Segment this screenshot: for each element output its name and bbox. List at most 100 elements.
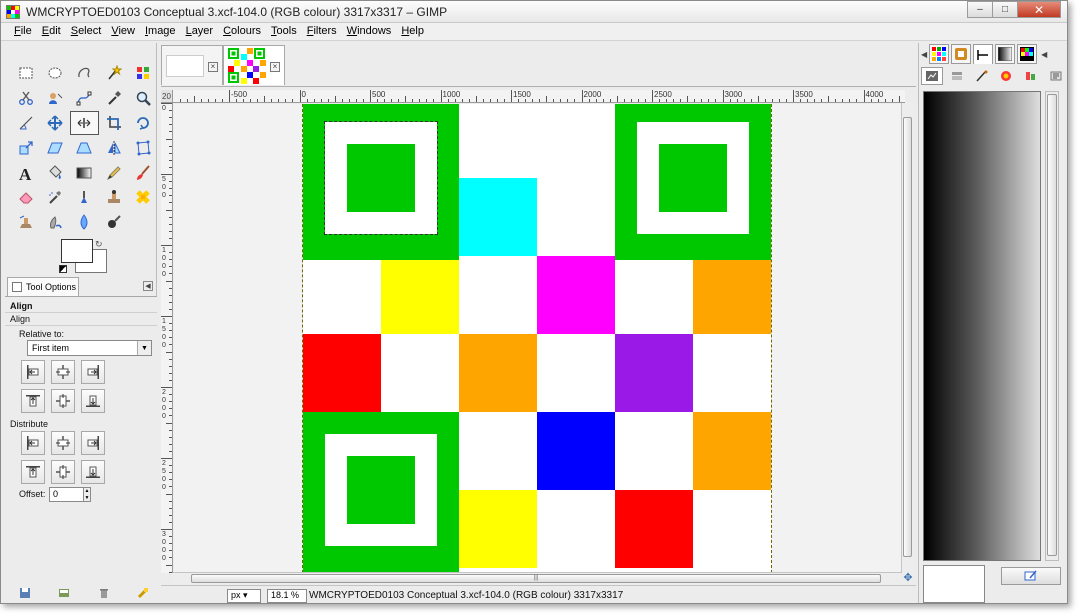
brushes-tab[interactable] bbox=[951, 44, 972, 64]
dock-action-button[interactable] bbox=[1001, 567, 1061, 585]
default-colors-icon[interactable] bbox=[59, 265, 67, 273]
align-tool[interactable] bbox=[69, 110, 100, 136]
distribute-left-button[interactable] bbox=[21, 431, 45, 455]
perspective-tool[interactable] bbox=[70, 135, 99, 160]
image-tab-active[interactable]: × bbox=[223, 45, 285, 85]
menu-file[interactable]: File bbox=[9, 23, 37, 40]
crop-tool[interactable] bbox=[99, 111, 128, 136]
image-tab-blank[interactable]: × bbox=[161, 45, 223, 85]
channels-tab[interactable] bbox=[946, 67, 968, 85]
vertical-scrollbar[interactable] bbox=[901, 103, 913, 573]
vertical-ruler[interactable]: 0 5 0 0 1 0 0 0 1 5 0 0 2 0 0 0 2 5 0 0 3 0 0 … bbox=[161, 103, 173, 573]
gradients-tab[interactable] bbox=[995, 44, 1016, 64]
paintbrush-tool[interactable] bbox=[129, 160, 158, 185]
menu-filters[interactable]: Filters bbox=[302, 23, 342, 40]
select-by-color-tool[interactable] bbox=[129, 61, 158, 86]
align-middle-button[interactable] bbox=[51, 389, 75, 413]
menu-colours[interactable]: Colours bbox=[218, 23, 266, 40]
eraser-tool[interactable] bbox=[11, 185, 40, 210]
navigate-icon[interactable]: ✥ bbox=[902, 572, 914, 584]
distribute-middle-button[interactable] bbox=[51, 460, 75, 484]
blur-sharpen-tool[interactable] bbox=[70, 210, 99, 235]
rotate-tool[interactable] bbox=[129, 111, 158, 136]
menu-windows[interactable]: Windows bbox=[342, 23, 397, 40]
image-canvas[interactable] bbox=[302, 104, 772, 573]
patterns-tab[interactable] bbox=[929, 44, 950, 64]
bucket-fill-tool[interactable] bbox=[40, 160, 69, 185]
delete-options-icon[interactable] bbox=[98, 587, 110, 599]
menu-select[interactable]: Select bbox=[66, 23, 107, 40]
ruler-corner[interactable]: 20 bbox=[161, 90, 173, 103]
paths-tool[interactable] bbox=[70, 86, 99, 111]
offset-field[interactable]: 0 bbox=[49, 487, 85, 502]
close-button[interactable]: ✕ bbox=[1017, 1, 1061, 18]
scissors-select-tool[interactable] bbox=[11, 86, 40, 111]
distribute-bottom-button[interactable] bbox=[81, 460, 105, 484]
tool-options-tab[interactable]: Tool Options bbox=[7, 277, 79, 296]
pencil-tool[interactable] bbox=[99, 160, 128, 185]
undo-history-tab[interactable] bbox=[1045, 67, 1067, 85]
move-tool[interactable] bbox=[40, 111, 69, 136]
menu-tools[interactable]: Tools bbox=[266, 23, 302, 40]
relative-to-select[interactable]: First item ▼ bbox=[27, 340, 152, 356]
dodge-burn-tool[interactable] bbox=[99, 210, 128, 235]
menu-view[interactable]: View bbox=[106, 23, 140, 40]
reset-options-icon[interactable] bbox=[137, 587, 149, 599]
distribute-right-button[interactable] bbox=[81, 431, 105, 455]
save-options-icon[interactable] bbox=[19, 587, 31, 599]
align-left-edge-button[interactable] bbox=[21, 360, 45, 384]
gradient-preview[interactable] bbox=[923, 91, 1041, 561]
flip-tool[interactable] bbox=[99, 135, 128, 160]
fuzzy-select-tool[interactable] bbox=[99, 61, 128, 86]
smudge-tool[interactable] bbox=[40, 210, 69, 235]
zoom-tool[interactable] bbox=[129, 86, 158, 111]
cage-transform-tool[interactable] bbox=[129, 135, 158, 160]
distribute-center-button[interactable] bbox=[51, 431, 75, 455]
dock-scroll-left-icon[interactable]: ◀ bbox=[921, 50, 927, 59]
restore-options-icon[interactable] bbox=[58, 587, 70, 599]
align-right-edge-button[interactable] bbox=[81, 360, 105, 384]
free-select-tool[interactable] bbox=[70, 61, 99, 86]
layers-tab[interactable] bbox=[921, 67, 943, 85]
menu-image[interactable]: Image bbox=[140, 23, 181, 40]
paths-tab[interactable] bbox=[971, 67, 993, 85]
blend-tool[interactable] bbox=[70, 160, 99, 185]
close-icon[interactable]: × bbox=[270, 62, 280, 72]
canvas-area[interactable] bbox=[174, 104, 903, 573]
foreground-select-tool[interactable] bbox=[40, 86, 69, 111]
shear-tool[interactable] bbox=[40, 135, 69, 160]
dock-scroll-thumb[interactable] bbox=[1047, 94, 1057, 556]
vertical-scroll-thumb[interactable] bbox=[903, 117, 912, 557]
menu-help[interactable]: Help bbox=[396, 23, 429, 40]
horizontal-scroll-thumb[interactable]: ||| bbox=[191, 574, 881, 583]
panel-menu-icon[interactable]: ◀ bbox=[143, 281, 153, 291]
airbrush-tool[interactable] bbox=[40, 185, 69, 210]
dock-scrollbar[interactable] bbox=[1045, 91, 1059, 561]
swap-colors-icon[interactable]: ↻ bbox=[95, 239, 103, 250]
zoom-select[interactable]: 18.1 % bbox=[267, 589, 307, 603]
heal-tool[interactable] bbox=[129, 185, 158, 210]
histogram-tab[interactable] bbox=[1020, 67, 1042, 85]
offset-spinner[interactable]: ▲ ▼ bbox=[83, 487, 91, 502]
measure-tool[interactable] bbox=[11, 111, 40, 136]
clone-tool[interactable] bbox=[99, 185, 128, 210]
ellipse-select-tool[interactable] bbox=[40, 61, 69, 86]
menu-layer[interactable]: Layer bbox=[181, 23, 219, 40]
dock-menu-icon[interactable]: ◀ bbox=[1041, 50, 1047, 59]
colormap-tab[interactable] bbox=[996, 67, 1018, 85]
horizontal-ruler[interactable]: -500 0 500 1000 1500 2000 2500 3000 3500 4000 bbox=[173, 90, 905, 103]
ink-tool[interactable] bbox=[70, 185, 99, 210]
text-tool[interactable]: A bbox=[11, 160, 40, 185]
align-top-edge-button[interactable] bbox=[21, 389, 45, 413]
palettes-tab[interactable] bbox=[1017, 44, 1038, 64]
fonts-tab[interactable] bbox=[973, 44, 994, 64]
scale-tool[interactable] bbox=[11, 135, 40, 160]
maximize-button[interactable]: □ bbox=[992, 1, 1018, 18]
foreground-color-swatch[interactable] bbox=[61, 239, 93, 263]
close-icon[interactable]: × bbox=[208, 62, 218, 72]
unit-select[interactable]: px ▾ bbox=[227, 589, 261, 603]
distribute-top-button[interactable] bbox=[21, 460, 45, 484]
rect-select-tool[interactable] bbox=[11, 61, 40, 86]
color-picker-tool[interactable] bbox=[99, 86, 128, 111]
align-center-button[interactable] bbox=[51, 360, 75, 384]
